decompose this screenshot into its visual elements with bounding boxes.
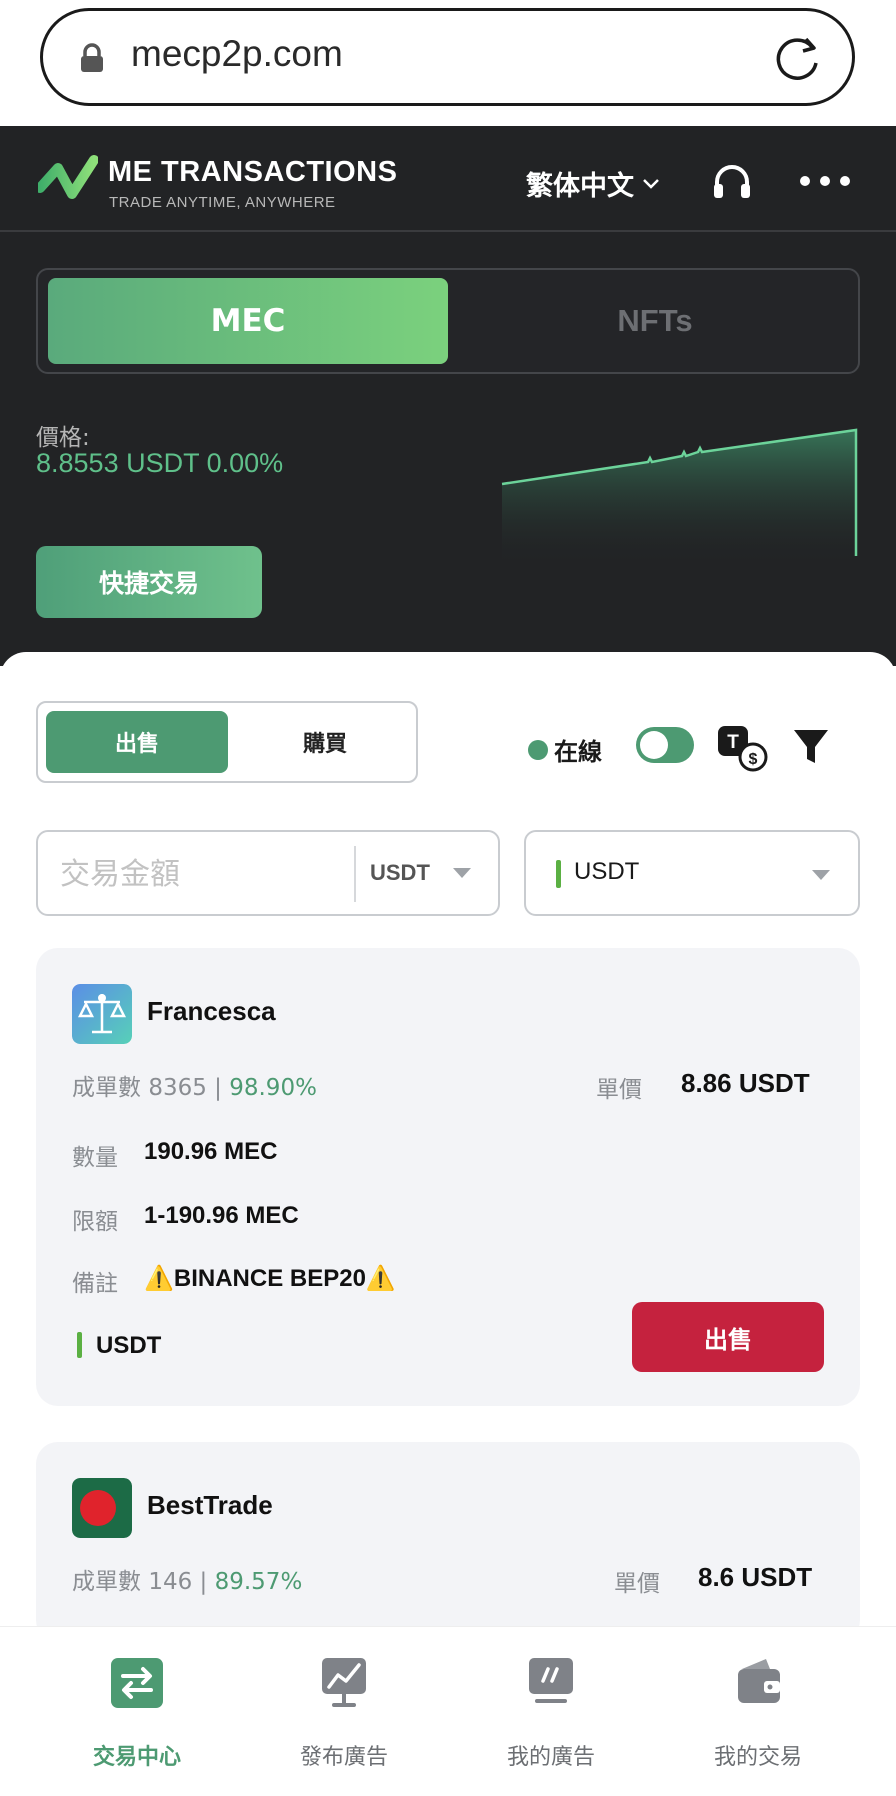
- sell-tab[interactable]: 出售: [46, 711, 228, 773]
- nav-post-ad[interactable]: 發布廣告: [241, 1657, 447, 1770]
- limit-label: 限額: [72, 1209, 118, 1235]
- listing-card: Francesca 成單數 8365 | 98.90% 單價 8.86 USDT…: [36, 948, 860, 1406]
- stats-separator: |: [199, 1569, 208, 1595]
- coin-indicator-bar: [77, 1332, 82, 1358]
- listing-card: BestTrade 成單數 146 | 89.57% 單價 8.6 USDT: [36, 1442, 860, 1642]
- address-bar[interactable]: mecp2p.com: [40, 8, 855, 106]
- brand-name: ME TRANSACTIONS: [108, 156, 398, 188]
- ad-board-icon: [529, 1658, 573, 1703]
- unit-price: 8.86 USDT: [681, 1068, 810, 1098]
- payment-coin: USDT: [96, 1332, 162, 1359]
- tab-nfts[interactable]: NFTs: [458, 278, 852, 364]
- tab-mec[interactable]: MEC: [48, 278, 448, 364]
- nav-trade-center[interactable]: 交易中心: [34, 1657, 240, 1770]
- orders-label: 成單數: [72, 1075, 141, 1101]
- caret-down-icon: [812, 870, 830, 880]
- unit-price-label: 單價: [614, 1571, 660, 1597]
- price-sparkline: [501, 428, 858, 568]
- amount-unit-select[interactable]: USDT: [370, 860, 430, 886]
- online-indicator: 在線: [528, 732, 602, 767]
- swap-icon: [111, 1658, 163, 1708]
- nav-label: 我的交易: [713, 1745, 802, 1770]
- currency-exchange-icon[interactable]: T $: [716, 724, 768, 772]
- amount-divider: [354, 846, 356, 902]
- nav-my-ads[interactable]: 我的廣告: [448, 1657, 654, 1770]
- order-stats: 成單數 8365 | 98.90%: [72, 1068, 317, 1102]
- nav-my-trades[interactable]: 我的交易: [655, 1657, 861, 1770]
- lock-icon: [81, 43, 103, 72]
- nav-label: 我的廣告: [506, 1745, 595, 1770]
- hero-section: ME TRANSACTIONS TRADE ANYTIME, ANYWHERE …: [0, 126, 896, 666]
- orders-count: 146: [148, 1569, 193, 1595]
- caret-down-icon: [453, 868, 471, 878]
- orders-count: 8365: [148, 1075, 207, 1101]
- completion-rate: 89.57%: [214, 1569, 303, 1595]
- headset-icon[interactable]: [712, 164, 752, 202]
- market-tabs: MEC NFTs: [36, 268, 860, 374]
- filter-icon[interactable]: [792, 727, 830, 767]
- note-label: 備註: [72, 1271, 118, 1297]
- online-dot-icon: [528, 739, 548, 760]
- order-stats: 成單數 146 | 89.57%: [72, 1562, 302, 1596]
- price-value: 8.8553 USDT 0.00%: [36, 448, 284, 478]
- reload-icon[interactable]: [772, 33, 822, 83]
- more-menu-icon[interactable]: [800, 166, 850, 194]
- wallet-icon: [738, 1659, 780, 1703]
- price-label: 價格:: [36, 425, 90, 451]
- buy-tab[interactable]: 購買: [238, 711, 412, 773]
- amount-input[interactable]: [60, 850, 360, 898]
- unit-price: 8.6 USDT: [698, 1562, 813, 1592]
- unit-price-label: 單價: [596, 1077, 642, 1103]
- trade-panel: 出售 購買 在線 T $ USDT USDT: [0, 652, 896, 1796]
- svg-text:$: $: [749, 751, 758, 768]
- online-toggle-switch[interactable]: [636, 727, 694, 763]
- quick-trade-button[interactable]: 快捷交易: [36, 546, 262, 618]
- bottom-nav: 交易中心 發布廣告 我的廣告 我的交易: [0, 1626, 896, 1796]
- svg-text:T: T: [727, 732, 739, 753]
- completion-rate: 98.90%: [229, 1075, 317, 1101]
- switch-knob: [640, 731, 668, 759]
- trade-type-toggle: 出售 購買: [36, 701, 418, 783]
- chart-board-icon: [322, 1658, 366, 1707]
- online-label: 在線: [554, 738, 602, 766]
- url-text: mecp2p.com: [131, 33, 343, 74]
- coin-indicator-bar: [556, 860, 561, 888]
- coin-select-value: USDT: [574, 858, 640, 885]
- quantity-value: 190.96 MEC: [144, 1138, 278, 1165]
- brand-tagline: TRADE ANYTIME, ANYWHERE: [109, 194, 336, 211]
- sell-button[interactable]: 出售: [632, 1302, 824, 1372]
- coin-select[interactable]: USDT: [524, 830, 860, 916]
- nav-label: 交易中心: [92, 1745, 181, 1770]
- stats-separator: |: [214, 1075, 222, 1101]
- avatar: [72, 1478, 132, 1538]
- chevron-down-icon: [643, 178, 659, 189]
- note-value: ⚠️BINANCE BEP20⚠️: [144, 1265, 396, 1292]
- amount-field: USDT: [36, 830, 500, 916]
- language-label: 繁体中文: [526, 171, 634, 202]
- browser-chrome: mecp2p.com: [0, 0, 896, 126]
- avatar: [72, 984, 132, 1044]
- app-header: ME TRANSACTIONS TRADE ANYTIME, ANYWHERE …: [0, 126, 896, 232]
- language-selector[interactable]: 繁体中文: [526, 164, 660, 203]
- trader-name[interactable]: BestTrade: [147, 1490, 273, 1521]
- nav-label: 發布廣告: [299, 1745, 388, 1770]
- limit-value: 1-190.96 MEC: [144, 1202, 299, 1229]
- quantity-label: 數量: [72, 1145, 118, 1171]
- trader-name[interactable]: Francesca: [147, 996, 276, 1027]
- logo-icon: [38, 155, 98, 199]
- orders-label: 成單數: [72, 1569, 141, 1595]
